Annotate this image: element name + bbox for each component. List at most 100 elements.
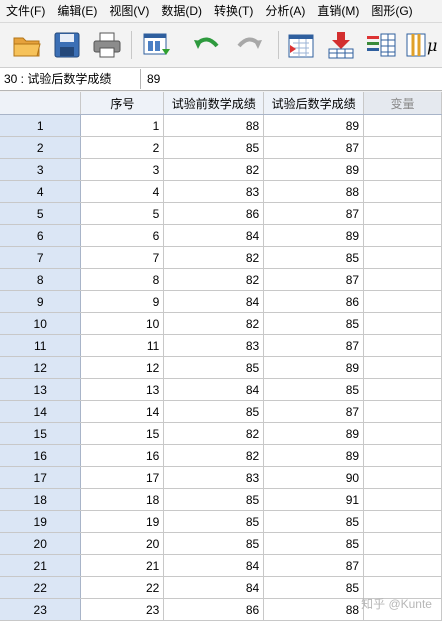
row-number[interactable]: 17 bbox=[0, 466, 82, 489]
cell-id[interactable]: 23 bbox=[80, 598, 165, 621]
goto-case-icon[interactable] bbox=[284, 29, 318, 61]
cell-id[interactable]: 13 bbox=[80, 378, 165, 401]
cell-id[interactable]: 22 bbox=[80, 576, 165, 599]
row-number[interactable]: 22 bbox=[0, 576, 82, 599]
menu-data[interactable]: 数据(D) bbox=[155, 0, 208, 22]
print-icon[interactable] bbox=[90, 29, 124, 61]
cell-post-score[interactable]: 85 bbox=[263, 532, 365, 555]
cell-empty[interactable] bbox=[363, 378, 442, 401]
row-number[interactable]: 7 bbox=[0, 246, 82, 269]
cell-id[interactable]: 8 bbox=[80, 268, 165, 291]
undo-icon[interactable] bbox=[190, 29, 224, 61]
column-header-pre-score[interactable]: 试验前数学成绩 bbox=[163, 92, 265, 115]
cell-id[interactable]: 7 bbox=[80, 246, 165, 269]
cell-value-input[interactable]: 89 bbox=[141, 69, 160, 89]
cell-id[interactable]: 21 bbox=[80, 554, 165, 577]
cell-pre-score[interactable]: 82 bbox=[163, 312, 265, 335]
cell-empty[interactable] bbox=[363, 466, 442, 489]
cell-post-score[interactable]: 88 bbox=[263, 598, 365, 621]
menu-view[interactable]: 视图(V) bbox=[103, 0, 155, 22]
cell-id[interactable]: 17 bbox=[80, 466, 165, 489]
save-icon[interactable] bbox=[50, 29, 84, 61]
cell-pre-score[interactable]: 84 bbox=[163, 290, 265, 313]
menu-analyze[interactable]: 分析(A) bbox=[259, 0, 311, 22]
cell-post-score[interactable]: 87 bbox=[263, 202, 365, 225]
row-number[interactable]: 8 bbox=[0, 268, 82, 291]
menu-edit[interactable]: 编辑(E) bbox=[51, 0, 103, 22]
cell-pre-score[interactable]: 85 bbox=[163, 532, 265, 555]
cell-empty[interactable] bbox=[363, 334, 442, 357]
cell-id[interactable]: 1 bbox=[80, 114, 165, 137]
dialog-recall-icon[interactable] bbox=[140, 29, 174, 61]
row-number[interactable]: 6 bbox=[0, 224, 82, 247]
cell-empty[interactable] bbox=[363, 158, 442, 181]
cell-post-score[interactable]: 88 bbox=[263, 180, 365, 203]
cell-empty[interactable] bbox=[363, 554, 442, 577]
cell-id[interactable]: 11 bbox=[80, 334, 165, 357]
cell-post-score[interactable]: 85 bbox=[263, 576, 365, 599]
cell-post-score[interactable]: 89 bbox=[263, 224, 365, 247]
cell-pre-score[interactable]: 85 bbox=[163, 510, 265, 533]
cell-post-score[interactable]: 91 bbox=[263, 488, 365, 511]
cell-empty[interactable] bbox=[363, 246, 442, 269]
row-number[interactable]: 9 bbox=[0, 290, 82, 313]
cell-empty[interactable] bbox=[363, 510, 442, 533]
row-number[interactable]: 1 bbox=[0, 114, 82, 137]
cell-empty[interactable] bbox=[363, 400, 442, 423]
row-number[interactable]: 15 bbox=[0, 422, 82, 445]
row-number[interactable]: 18 bbox=[0, 488, 82, 511]
menu-file[interactable]: 文件(F) bbox=[0, 0, 51, 22]
cell-pre-score[interactable]: 85 bbox=[163, 400, 265, 423]
row-number[interactable]: 20 bbox=[0, 532, 82, 555]
cell-id[interactable]: 19 bbox=[80, 510, 165, 533]
cell-empty[interactable] bbox=[363, 114, 442, 137]
cell-empty[interactable] bbox=[363, 532, 442, 555]
cell-id[interactable]: 4 bbox=[80, 180, 165, 203]
row-number[interactable]: 5 bbox=[0, 202, 82, 225]
column-header-id[interactable]: 序号 bbox=[80, 92, 165, 115]
row-number[interactable]: 13 bbox=[0, 378, 82, 401]
cell-post-score[interactable]: 87 bbox=[263, 554, 365, 577]
cell-pre-score[interactable]: 85 bbox=[163, 488, 265, 511]
cell-post-score[interactable]: 85 bbox=[263, 510, 365, 533]
cell-post-score[interactable]: 87 bbox=[263, 268, 365, 291]
cell-pre-score[interactable]: 82 bbox=[163, 268, 265, 291]
cell-empty[interactable] bbox=[363, 136, 442, 159]
cell-pre-score[interactable]: 86 bbox=[163, 202, 265, 225]
cell-id[interactable]: 15 bbox=[80, 422, 165, 445]
cell-post-score[interactable]: 85 bbox=[263, 378, 365, 401]
row-number[interactable]: 11 bbox=[0, 334, 82, 357]
cell-empty[interactable] bbox=[363, 444, 442, 467]
cell-post-score[interactable]: 85 bbox=[263, 312, 365, 335]
goto-variable-icon[interactable] bbox=[324, 29, 358, 61]
cell-empty[interactable] bbox=[363, 312, 442, 335]
cell-post-score[interactable]: 89 bbox=[263, 422, 365, 445]
cell-post-score[interactable]: 86 bbox=[263, 290, 365, 313]
row-number[interactable]: 16 bbox=[0, 444, 82, 467]
cell-post-score[interactable]: 89 bbox=[263, 158, 365, 181]
cell-empty[interactable] bbox=[363, 180, 442, 203]
cell-post-score[interactable]: 89 bbox=[263, 114, 365, 137]
cell-pre-score[interactable]: 82 bbox=[163, 422, 265, 445]
variables-icon[interactable] bbox=[364, 29, 398, 61]
cell-pre-score[interactable]: 82 bbox=[163, 444, 265, 467]
cell-empty[interactable] bbox=[363, 202, 442, 225]
cell-empty[interactable] bbox=[363, 422, 442, 445]
cell-pre-score[interactable]: 83 bbox=[163, 180, 265, 203]
cell-post-score[interactable]: 89 bbox=[263, 356, 365, 379]
cell-pre-score[interactable]: 85 bbox=[163, 356, 265, 379]
cell-empty[interactable] bbox=[363, 488, 442, 511]
cell-id[interactable]: 18 bbox=[80, 488, 165, 511]
row-number[interactable]: 19 bbox=[0, 510, 82, 533]
row-number[interactable]: 12 bbox=[0, 356, 82, 379]
cell-post-score[interactable]: 90 bbox=[263, 466, 365, 489]
cell-pre-score[interactable]: 84 bbox=[163, 554, 265, 577]
cell-id[interactable]: 3 bbox=[80, 158, 165, 181]
cell-post-score[interactable]: 85 bbox=[263, 246, 365, 269]
column-header-post-score[interactable]: 试验后数学成绩 bbox=[263, 92, 365, 115]
menu-transform[interactable]: 转换(T) bbox=[208, 0, 259, 22]
column-header-empty-variable[interactable]: 变量 bbox=[363, 92, 442, 115]
row-number[interactable]: 10 bbox=[0, 312, 82, 335]
cell-empty[interactable] bbox=[363, 268, 442, 291]
open-folder-icon[interactable] bbox=[10, 29, 44, 61]
